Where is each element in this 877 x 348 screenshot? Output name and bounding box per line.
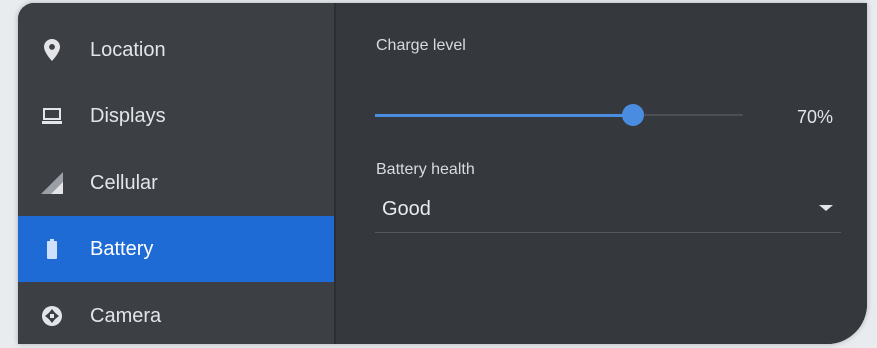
sidebar-item-label: Location	[90, 38, 166, 61]
battery-health-value: Good	[382, 198, 431, 220]
battery-icon	[41, 238, 63, 260]
sidebar: Location Displays Cellular Battery Camer…	[18, 3, 336, 344]
battery-settings-panel: Charge level 70% Battery health Good	[336, 3, 867, 344]
dropdown-arrow-icon	[819, 205, 833, 211]
laptop-display-icon	[41, 105, 63, 127]
slider-fill	[375, 114, 633, 117]
camera-aperture-icon	[41, 305, 63, 327]
battery-health-label: Battery health	[376, 161, 475, 178]
battery-health-select[interactable]: Good	[375, 188, 841, 233]
sidebar-item-label: Displays	[90, 104, 166, 127]
device-settings-window: Location Displays Cellular Battery Camer…	[18, 3, 867, 344]
location-pin-icon	[41, 39, 63, 61]
sidebar-item-label: Cellular	[90, 171, 158, 194]
charge-level-slider[interactable]	[375, 104, 743, 126]
sidebar-item-camera[interactable]: Camera	[18, 283, 334, 344]
sidebar-item-battery[interactable]: Battery	[18, 216, 334, 282]
charge-level-label: Charge level	[376, 37, 466, 54]
sidebar-item-location[interactable]: Location	[18, 17, 334, 83]
sidebar-item-label: Camera	[90, 304, 162, 327]
sidebar-item-cellular[interactable]: Cellular	[18, 150, 334, 216]
sidebar-item-displays[interactable]: Displays	[18, 83, 334, 149]
sidebar-item-label: Battery	[90, 237, 154, 260]
slider-thumb[interactable]	[621, 104, 644, 126]
charge-level-value: 70%	[796, 107, 833, 127]
cellular-signal-icon	[41, 172, 63, 194]
